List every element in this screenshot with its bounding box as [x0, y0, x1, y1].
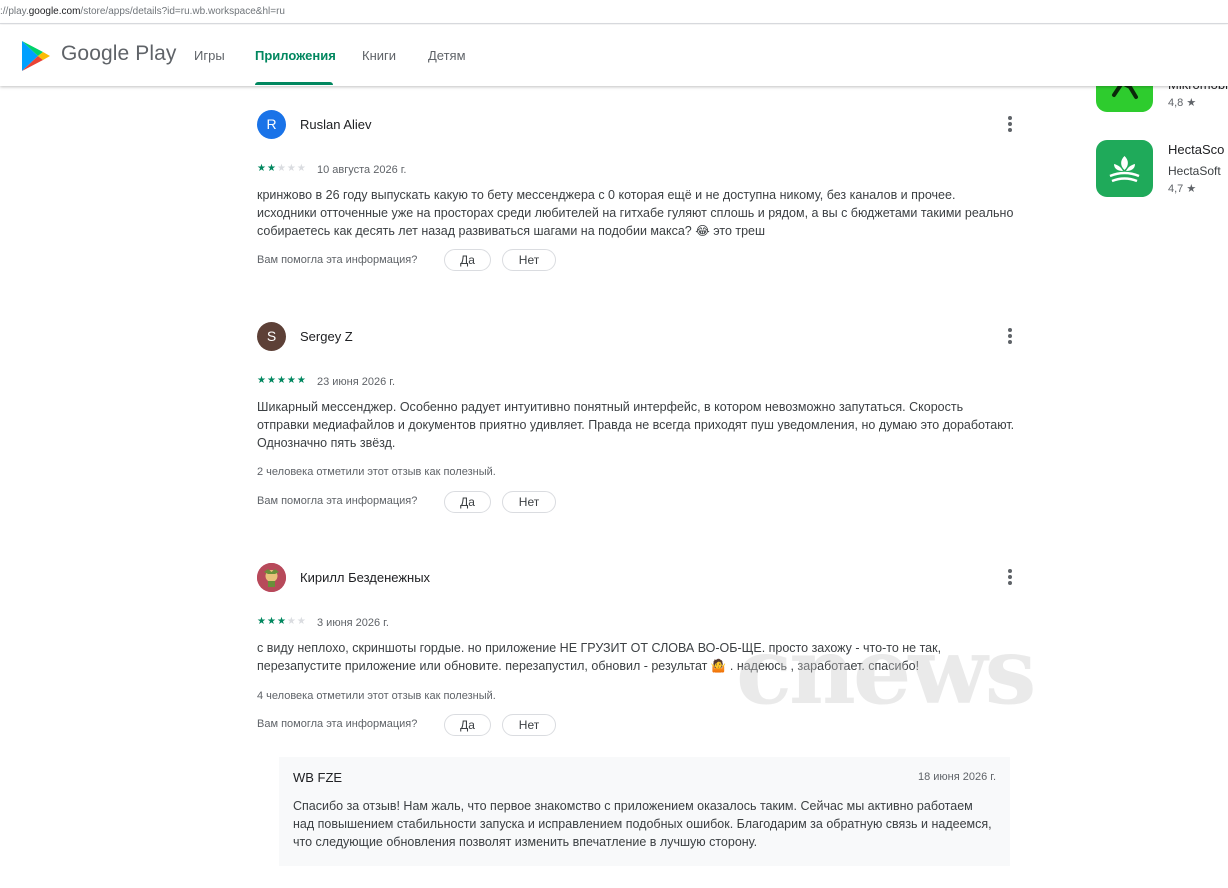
- nav-apps[interactable]: Приложения: [255, 48, 336, 63]
- avatar: S: [257, 322, 286, 351]
- rating-stars: ★★★★★: [257, 163, 307, 174]
- helpful-no-button[interactable]: Нет: [502, 249, 556, 271]
- url-domain: google.com: [28, 6, 81, 17]
- review-text: с виду неплохо, скриншоты гордые. но при…: [257, 641, 942, 673]
- app-developer: HectaSoft: [1168, 164, 1221, 178]
- review-date: 10 августа 2026 г.: [317, 164, 407, 176]
- app-rating: 4,7 ★: [1168, 183, 1197, 195]
- google-play-logo-icon[interactable]: [19, 39, 53, 73]
- review-text: кринжово в 26 году выпускать какую то бе…: [257, 188, 1014, 238]
- helpful-yes-button[interactable]: Да: [444, 249, 491, 271]
- star-empty-icon: ★: [286, 163, 297, 174]
- star-filled-icon: ★: [257, 163, 267, 174]
- active-tab-indicator: [255, 82, 333, 85]
- url-path: /store/apps/details?id=ru.wb.workspace&h…: [80, 6, 285, 17]
- helpful-no-button[interactable]: Нет: [502, 714, 556, 736]
- more-options-icon[interactable]: [1002, 327, 1018, 347]
- star-filled-icon: ★: [257, 375, 267, 386]
- brand-name[interactable]: Google Play: [61, 42, 177, 66]
- nav-kids[interactable]: Детям: [428, 48, 466, 63]
- review-text: Шикарный мессенджер. Особенно радует инт…: [257, 400, 1015, 450]
- developer-reply: WB FZE 18 июня 2026 г. Спасибо за отзыв!…: [279, 757, 1010, 866]
- star-filled-icon: ★: [286, 375, 297, 386]
- helpful-question: Вам помогла эта информация?: [257, 495, 418, 507]
- helpful-yes-button[interactable]: Да: [444, 491, 491, 513]
- star-filled-icon: ★: [276, 375, 287, 386]
- nav-books[interactable]: Книги: [362, 48, 396, 63]
- star-filled-icon: ★: [266, 616, 277, 627]
- nav-games[interactable]: Игры: [194, 48, 225, 63]
- top-navigation: Google Play Игры Приложения Книги Детям: [0, 25, 1228, 86]
- address-bar[interactable]: ://play.google.com/store/apps/details?id…: [0, 0, 1228, 24]
- developer-name: WB FZE: [293, 770, 343, 785]
- rating-stars: ★★★★★: [257, 375, 307, 386]
- avatar-image-icon: [257, 563, 286, 592]
- star-filled-icon: ★: [296, 375, 307, 386]
- star-empty-icon: ★: [296, 616, 307, 627]
- star-empty-icon: ★: [276, 163, 287, 174]
- plant-logo-icon: [1109, 156, 1140, 183]
- app-rating: 4,8 ★: [1168, 97, 1197, 109]
- more-options-icon[interactable]: [1002, 115, 1018, 135]
- helpful-yes-button[interactable]: Да: [444, 714, 491, 736]
- star-filled-icon: ★: [276, 616, 287, 627]
- helpful-no-button[interactable]: Нет: [502, 491, 556, 513]
- helpful-count: 2 человека отметили этот отзыв как полез…: [257, 466, 496, 478]
- helpful-question: Вам помогла эта информация?: [257, 254, 418, 266]
- review-date: 23 июня 2026 г.: [317, 376, 396, 388]
- review-author: Ruslan Aliev: [300, 117, 372, 132]
- app-title: HectaSco: [1168, 142, 1225, 157]
- avatar: R: [257, 110, 286, 139]
- star-filled-icon: ★: [266, 375, 277, 386]
- reply-text: Спасибо за отзыв! Нам жаль, что первое з…: [293, 799, 992, 849]
- review-date: 3 июня 2026 г.: [317, 617, 389, 629]
- review-author: Кирилл Безденежных: [300, 570, 431, 585]
- app-icon: [1096, 140, 1153, 197]
- more-options-icon[interactable]: [1002, 568, 1018, 588]
- star-filled-icon: ★: [266, 163, 277, 174]
- star-filled-icon: ★: [257, 616, 267, 627]
- avatar: [257, 563, 286, 592]
- url-prefix: ://play.: [0, 6, 29, 17]
- helpful-count: 4 человека отметили этот отзыв как полез…: [257, 690, 496, 702]
- rating-stars: ★★★★★: [257, 616, 307, 627]
- star-empty-icon: ★: [296, 163, 307, 174]
- review-author: Sergey Z: [300, 329, 353, 344]
- reply-date: 18 июня 2026 г.: [917, 771, 996, 783]
- helpful-question: Вам помогла эта информация?: [257, 718, 418, 730]
- star-empty-icon: ★: [286, 616, 297, 627]
